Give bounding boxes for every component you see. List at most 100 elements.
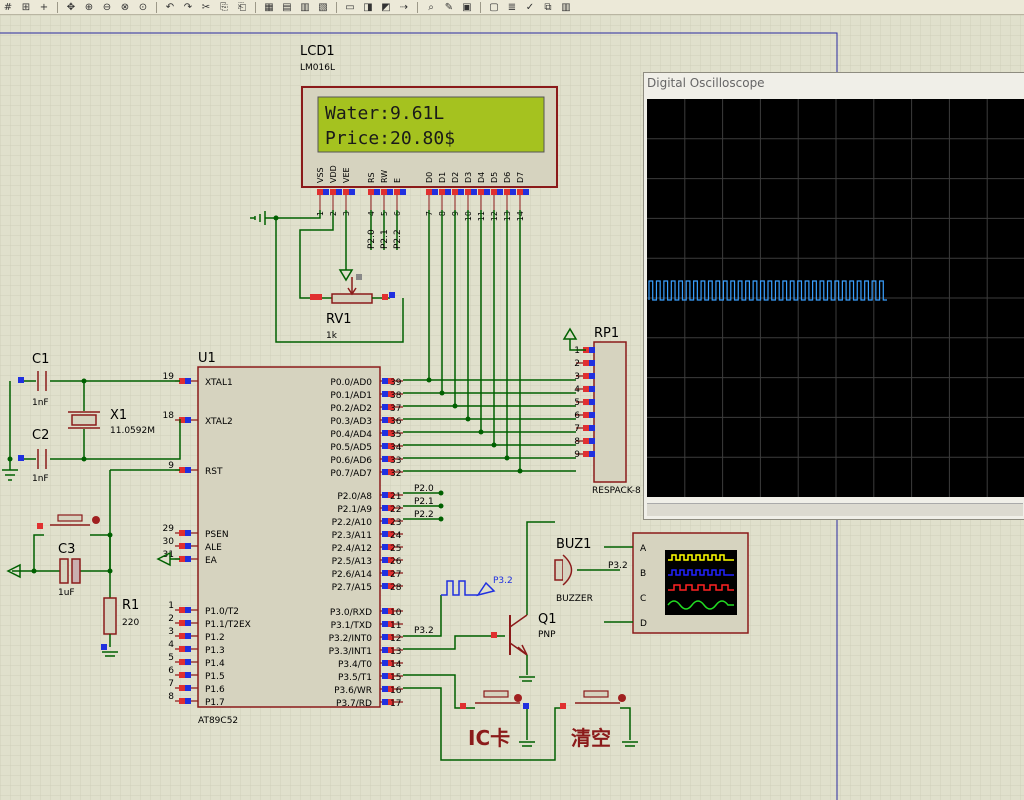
- copy-icon[interactable]: ⎘: [216, 1, 232, 13]
- rp1-pin[interactable]: [583, 386, 589, 392]
- u1-pin-name: P3.4/T0: [338, 660, 372, 670]
- oscilloscope-instrument[interactable]: [632, 532, 749, 634]
- lcd-pin[interactable]: [317, 189, 323, 195]
- x1-ref: X1: [110, 408, 127, 423]
- block-rotate-icon[interactable]: ▥: [297, 1, 313, 13]
- redo-icon[interactable]: ↷: [180, 1, 196, 13]
- lcd-pin-name: D3: [464, 172, 473, 183]
- u1-pin-number: 13: [390, 647, 401, 657]
- lcd-pin[interactable]: [517, 189, 523, 195]
- u1-pin-name: P0.1/AD1: [330, 391, 372, 401]
- bom-icon[interactable]: ≣: [504, 1, 520, 13]
- u1-pin[interactable]: [179, 646, 185, 652]
- rp1-pin-number: 2: [574, 359, 580, 369]
- pick-device-icon[interactable]: ▭: [342, 1, 358, 13]
- zoom-out-icon[interactable]: ⊖: [99, 1, 115, 13]
- new-sheet-icon[interactable]: ▣: [459, 1, 475, 13]
- u1-pin-name: P0.2/AD2: [330, 404, 372, 414]
- u1-pin[interactable]: [179, 633, 185, 639]
- u1-pin-state: [382, 634, 388, 640]
- rp1-pin[interactable]: [583, 399, 589, 405]
- block-copy-icon[interactable]: ▦: [261, 1, 277, 13]
- lcd-pin[interactable]: [465, 189, 471, 195]
- cut-icon[interactable]: ✂: [198, 1, 214, 13]
- lcd-pin[interactable]: [330, 189, 336, 195]
- u1-pin[interactable]: [179, 607, 185, 613]
- u1-pin-state: [185, 556, 191, 562]
- lcd-pin[interactable]: [426, 189, 432, 195]
- u1-pin[interactable]: [179, 543, 185, 549]
- u1-pin-state: [185, 659, 191, 665]
- grid-icon[interactable]: #: [0, 1, 16, 13]
- lcd-line-2: Price:20.80$: [325, 128, 455, 149]
- zoom-in-icon[interactable]: ⊕: [81, 1, 97, 13]
- lcd-pin[interactable]: [381, 189, 387, 195]
- u1-pin[interactable]: [179, 698, 185, 704]
- lcd-pin[interactable]: [394, 189, 400, 195]
- u1-pin-number: 14: [390, 660, 402, 670]
- block-delete-icon[interactable]: ▧: [315, 1, 331, 13]
- u1-pin-name: P2.7/A15: [332, 583, 372, 593]
- netlist-icon[interactable]: ⧉: [540, 1, 556, 13]
- pan-icon[interactable]: ✥: [63, 1, 79, 13]
- origin-icon[interactable]: +: [36, 1, 52, 13]
- rp1-pin[interactable]: [583, 438, 589, 444]
- u1-pin[interactable]: [179, 672, 185, 678]
- erc-icon[interactable]: ✓: [522, 1, 538, 13]
- u1-pin[interactable]: [179, 620, 185, 626]
- rp1-pin-state: [589, 451, 595, 457]
- rp1-pin[interactable]: [583, 425, 589, 431]
- scope-channel-d: D: [640, 619, 647, 629]
- wire-autoroute-icon[interactable]: ⇢: [396, 1, 412, 13]
- rv1-value: 1k: [326, 331, 338, 341]
- paste-icon[interactable]: ⎗: [234, 1, 250, 13]
- rp1-pin-state: [589, 399, 595, 405]
- u1-pin-state: [382, 505, 388, 511]
- snap-icon[interactable]: ⊞: [18, 1, 34, 13]
- search-icon[interactable]: ⌕: [423, 1, 439, 13]
- x1-crystal[interactable]: [68, 411, 100, 429]
- remove-sheet-icon[interactable]: ▢: [486, 1, 502, 13]
- c3-value: 1uF: [58, 588, 75, 598]
- lcd-pin[interactable]: [439, 189, 445, 195]
- u1-pin-number: 21: [390, 492, 401, 502]
- u1-pin-name: P1.1/T2EX: [205, 620, 251, 630]
- u1-pin-name: P2.0/A8: [337, 492, 372, 502]
- zoom-area-icon[interactable]: ⊙: [135, 1, 151, 13]
- zoom-all-icon[interactable]: ⊗: [117, 1, 133, 13]
- lcd-pin[interactable]: [368, 189, 374, 195]
- lcd-pin-name: RS: [367, 172, 376, 183]
- u1-pin-number: 24: [390, 531, 402, 541]
- rp1-pin[interactable]: [583, 451, 589, 457]
- toolbar: # ⊞ + ✥ ⊕ ⊖ ⊗ ⊙ ↶ ↷ ✂ ⎘ ⎗ ▦ ▤ ▥ ▧ ▭ ◨ ◩ ⇢ ⌕ ✎ ▣ ▢ ≣ ✓ ⧉ ▥: [0, 0, 1024, 15]
- lcd-pin[interactable]: [491, 189, 497, 195]
- rp1-pin[interactable]: [583, 412, 589, 418]
- u1-pin-name: P0.4/AD4: [330, 430, 372, 440]
- undo-icon[interactable]: ↶: [162, 1, 178, 13]
- u1-pin-number: 18: [163, 411, 175, 421]
- digital-oscilloscope-window[interactable]: Digital Oscilloscope: [643, 72, 1024, 520]
- make-device-icon[interactable]: ◨: [360, 1, 376, 13]
- u1-pin-state: [382, 391, 388, 397]
- u1-pin[interactable]: [179, 685, 185, 691]
- scope-scrollbar[interactable]: [647, 503, 1023, 516]
- u1-pin-state: [185, 467, 191, 473]
- u1-pin[interactable]: [179, 530, 185, 536]
- u1-mcu[interactable]: 19XTAL118XTAL29RST29PSEN30ALE31EA1P1.0/T…: [163, 366, 403, 709]
- rp1-pin[interactable]: [583, 360, 589, 366]
- c2-ref: C2: [32, 428, 49, 443]
- lcd-pin[interactable]: [504, 189, 510, 195]
- u1-pin-number: 3: [168, 627, 174, 637]
- rp1-pin[interactable]: [583, 373, 589, 379]
- lcd-pin[interactable]: [478, 189, 484, 195]
- lcd-pin[interactable]: [343, 189, 349, 195]
- decompose-icon[interactable]: ◩: [378, 1, 394, 13]
- u1-pin-state: [185, 633, 191, 639]
- lcd-pin[interactable]: [452, 189, 458, 195]
- lcd-pin-name: RW: [380, 170, 389, 183]
- block-move-icon[interactable]: ▤: [279, 1, 295, 13]
- u1-pin[interactable]: [179, 659, 185, 665]
- u1-pin-number: 23: [390, 518, 401, 528]
- ares-icon[interactable]: ▥: [558, 1, 574, 13]
- property-tool-icon[interactable]: ✎: [441, 1, 457, 13]
